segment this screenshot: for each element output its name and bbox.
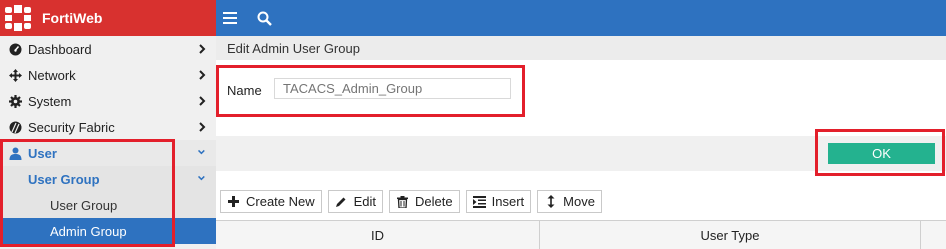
edit-button[interactable]: Edit xyxy=(327,190,384,213)
page-title: Edit Admin User Group xyxy=(216,36,946,60)
create-new-button[interactable]: Create New xyxy=(220,190,322,213)
column-header-user-type[interactable]: User Type xyxy=(540,221,921,249)
sidebar: Dashboard Network System Security Fabric… xyxy=(0,36,216,249)
main-content: Edit Admin User Group Name OK Create New… xyxy=(216,36,946,249)
brand: FortiWeb xyxy=(0,0,216,36)
sidebar-item-user-group[interactable]: User Group xyxy=(0,166,216,192)
chevron-right-icon xyxy=(199,44,206,54)
move-vertical-icon xyxy=(544,195,557,208)
sidebar-item-label: Security Fabric xyxy=(28,119,115,135)
sidebar-item-user-group-child[interactable]: User Group xyxy=(0,192,216,218)
insert-icon xyxy=(472,195,486,208)
sidebar-item-security-fabric[interactable]: Security Fabric xyxy=(0,114,216,140)
sidebar-item-label: Admin Group xyxy=(50,223,127,239)
app-name: FortiWeb xyxy=(42,10,103,26)
name-field[interactable] xyxy=(274,78,511,99)
move-button[interactable]: Move xyxy=(537,190,602,213)
chevron-right-icon xyxy=(199,96,206,106)
menu-icon[interactable] xyxy=(222,10,238,26)
sidebar-item-label: Dashboard xyxy=(28,41,92,57)
sidebar-item-label: User Group xyxy=(50,197,118,213)
trash-icon xyxy=(396,195,409,208)
sidebar-item-admin-group[interactable]: Admin Group xyxy=(0,218,216,244)
gear-icon xyxy=(8,94,22,108)
table-toolbar: Create New Edit Delete Insert Move xyxy=(220,190,602,214)
chevron-right-icon xyxy=(199,122,206,132)
move-label: Move xyxy=(563,194,595,209)
edit-label: Edit xyxy=(353,194,377,209)
user-icon xyxy=(8,146,22,160)
column-header-id[interactable]: ID xyxy=(216,221,540,249)
pencil-icon xyxy=(335,195,348,208)
sidebar-item-network[interactable]: Network xyxy=(0,62,216,88)
sidebar-item-label: User xyxy=(28,145,57,161)
sidebar-item-label: Network xyxy=(28,67,76,83)
dashboard-icon xyxy=(8,42,22,56)
column-header-spacer xyxy=(921,221,946,249)
delete-label: Delete xyxy=(415,194,453,209)
insert-label: Insert xyxy=(491,194,525,209)
ok-button[interactable]: OK xyxy=(828,143,935,164)
delete-button[interactable]: Delete xyxy=(389,190,460,213)
sidebar-item-label: System xyxy=(28,93,72,109)
chevron-down-icon xyxy=(198,149,205,155)
sidebar-item-label: User Group xyxy=(28,171,100,187)
plus-icon xyxy=(227,195,240,208)
search-icon[interactable] xyxy=(256,10,272,26)
insert-button[interactable]: Insert xyxy=(465,190,532,213)
sidebar-item-user[interactable]: User xyxy=(0,140,216,166)
security-fabric-icon xyxy=(8,120,22,134)
fortinet-logo-icon xyxy=(0,0,36,36)
top-bar: FortiWeb xyxy=(0,0,946,36)
create-new-label: Create New xyxy=(246,194,315,209)
chevron-down-icon xyxy=(198,175,205,181)
chevron-right-icon xyxy=(199,70,206,80)
ok-bar: OK xyxy=(216,136,946,171)
sidebar-item-system[interactable]: System xyxy=(0,88,216,114)
network-icon xyxy=(8,68,22,82)
name-label: Name xyxy=(227,83,262,98)
sidebar-item-dashboard[interactable]: Dashboard xyxy=(0,36,216,62)
table-header: ID User Type xyxy=(216,220,946,249)
